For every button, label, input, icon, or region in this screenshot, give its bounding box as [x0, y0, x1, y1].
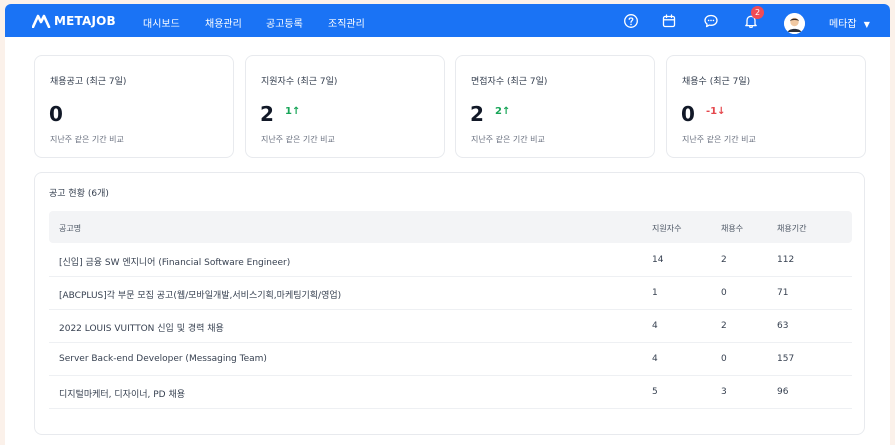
stat-card-delta-down: -1↓ [706, 106, 726, 117]
table-title: 공고 현황 (6개) [49, 189, 109, 199]
stat-card-title: 지원자수 (최근 7일) [261, 77, 338, 87]
applicant-count: 4 [652, 354, 658, 364]
table-row[interactable]: [ABCPLUS]각 부문 모집 공고(웹/모바일개발,서비스기획,마케팅기획/… [49, 277, 852, 310]
posting-name[interactable]: [ABCPLUS]각 부문 모집 공고(웹/모바일개발,서비스기획,마케팅기획/… [59, 288, 341, 301]
posting-name[interactable]: 디지털마케터, 디자이너, PD 채용 [59, 387, 185, 400]
nav-recruitment-management[interactable]: 채용관리 [205, 15, 242, 30]
column-header-hires: 채용수 [721, 224, 744, 233]
hire-count: 3 [721, 387, 727, 397]
stat-card-delta-up: 2↑ [495, 106, 511, 117]
stat-card-subtitle: 지난주 같은 기간 비교 [50, 135, 124, 144]
hire-count: 0 [721, 288, 727, 298]
user-menu[interactable]: 메타잡 ▼ [829, 15, 870, 30]
user-avatar-icon [784, 13, 805, 34]
stat-card-subtitle: 지난주 같은 기간 비교 [682, 135, 756, 144]
stat-card-hires: 채용수 (최근 7일) 0 -1↓ 지난주 같은 기간 비교 [666, 55, 866, 158]
table-header: 공고명 지원자수 채용수 채용기간 [49, 211, 852, 243]
chevron-down-icon: ▼ [863, 20, 870, 29]
posting-name[interactable]: Server Back-end Developer (Messaging Tea… [59, 354, 267, 364]
table-row[interactable]: [신입] 금융 SW 엔지니어 (Financial Software Engi… [49, 244, 852, 277]
applicant-count: 5 [652, 387, 658, 397]
recruitment-period: 112 [777, 255, 795, 265]
hire-count: 2 [721, 255, 727, 265]
stat-card-value: 2 [470, 102, 484, 126]
recruitment-period: 63 [777, 321, 789, 331]
logo-mark-icon [32, 14, 51, 28]
stat-card-subtitle: 지난주 같은 기간 비교 [471, 135, 545, 144]
recruitment-period: 71 [777, 288, 789, 298]
posting-name[interactable]: 2022 LOUIS VUITTON 신입 및 경력 채용 [59, 321, 224, 334]
help-icon[interactable] [623, 13, 639, 29]
hire-count: 2 [721, 321, 727, 331]
stat-card-interviewees: 면접자수 (최근 7일) 2 2↑ 지난주 같은 기간 비교 [455, 55, 655, 158]
column-header-period: 채용기간 [777, 224, 807, 233]
table-row[interactable]: 디지털마케터, 디자이너, PD 채용 5 3 96 [49, 376, 852, 409]
stat-card-title: 채용수 (최근 7일) [682, 77, 751, 87]
stat-card-value: 0 [681, 102, 695, 126]
stat-card-applicants: 지원자수 (최근 7일) 2 1↑ 지난주 같은 기간 비교 [245, 55, 445, 158]
table-row[interactable]: Server Back-end Developer (Messaging Tea… [49, 343, 852, 376]
stat-card-value: 2 [260, 102, 274, 126]
nav-dashboard[interactable]: 대시보드 [143, 15, 180, 30]
stat-card-subtitle: 지난주 같은 기간 비교 [261, 135, 335, 144]
calendar-icon[interactable] [661, 13, 677, 29]
notification-count-badge: 2 [751, 6, 764, 19]
column-header-applicants: 지원자수 [652, 224, 682, 233]
hire-count: 0 [721, 354, 727, 364]
user-name: 메타잡 [829, 19, 857, 30]
column-header-posting-name: 공고명 [59, 224, 82, 233]
metajob-logo[interactable]: METAJOB [32, 12, 116, 30]
stat-card-title: 면접자수 (최근 7일) [471, 77, 548, 87]
avatar[interactable] [784, 13, 805, 34]
stat-card-delta-up: 1↑ [285, 106, 301, 117]
recruitment-period: 157 [777, 354, 795, 364]
stat-card-value: 0 [49, 102, 63, 126]
nav-organization-management[interactable]: 조직관리 [328, 15, 365, 30]
applicant-count: 1 [652, 288, 658, 298]
chat-icon[interactable] [703, 13, 719, 29]
logo-text: METAJOB [54, 14, 116, 28]
applicant-count: 14 [652, 255, 664, 265]
applicant-count: 4 [652, 321, 658, 331]
recruitment-period: 96 [777, 387, 789, 397]
stat-card-title: 채용공고 (최근 7일) [50, 77, 127, 87]
table-row[interactable]: 2022 LOUIS VUITTON 신입 및 경력 채용 4 2 63 [49, 310, 852, 343]
posting-name[interactable]: [신입] 금융 SW 엔지니어 (Financial Software Engi… [59, 255, 290, 268]
stat-card-job-postings: 채용공고 (최근 7일) 0 지난주 같은 기간 비교 [34, 55, 234, 158]
nav-job-posting-registration[interactable]: 공고등록 [266, 15, 303, 30]
job-posting-status-card: 공고 현황 (6개) 공고명 지원자수 채용수 채용기간 [신입] 금융 SW … [34, 172, 865, 435]
